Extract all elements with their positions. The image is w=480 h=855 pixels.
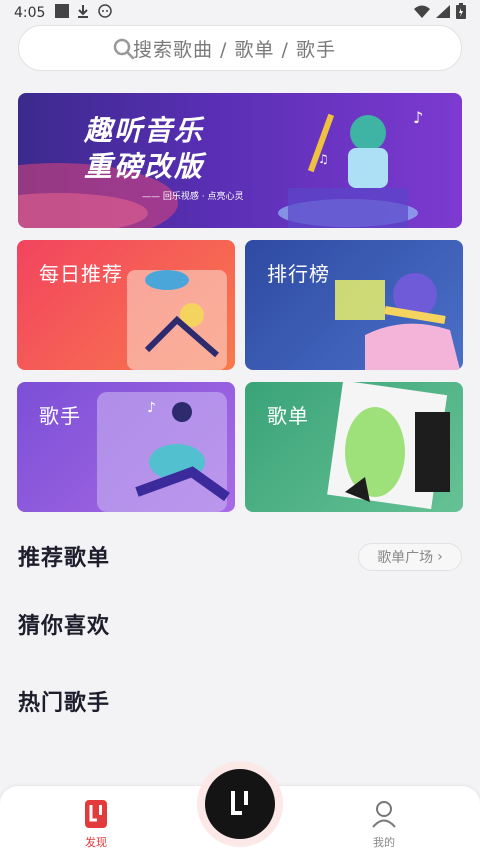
status-time: 4:05 <box>14 5 46 21</box>
svg-text:♪: ♪ <box>413 108 423 127</box>
mine-label: 我的 <box>373 836 395 849</box>
daily-recommend-label: 每日推荐 <box>39 262 123 286</box>
chevron-right-icon: › <box>437 549 443 565</box>
artists-label: 歌手 <box>39 404 81 428</box>
banner-title-1: 趣听音乐 <box>84 114 205 147</box>
download-icon <box>77 4 89 22</box>
svg-text:♫: ♫ <box>318 152 329 166</box>
svg-text:♪: ♪ <box>147 400 156 416</box>
tab-mine[interactable]: 我的 <box>344 786 424 855</box>
search-bar[interactable]: 搜索歌曲 / 歌单 / 歌手 <box>18 25 462 71</box>
ranking-label: 排行榜 <box>267 262 330 286</box>
playlist-square-button[interactable]: 歌单广场 › <box>358 543 462 571</box>
promo-banner[interactable]: ♪ ♫ 趣听音乐 重磅改版 —— 回乐视感 · 点亮心灵 <box>18 93 462 228</box>
banner-subtitle: —— 回乐视感 · 点亮心灵 <box>142 192 244 202</box>
player-button[interactable] <box>197 761 283 847</box>
status-bar: 4:05 <box>0 0 480 26</box>
signal-icon <box>436 4 450 22</box>
artists-card[interactable]: ♪ 歌手 <box>17 382 235 512</box>
search-placeholder: 搜索歌曲 / 歌单 / 歌手 <box>133 38 336 61</box>
app-logo-icon <box>205 769 275 839</box>
playlist-square-label: 歌单广场 <box>377 550 434 566</box>
daily-recommend-card[interactable]: 每日推荐 <box>17 240 235 370</box>
android-icon <box>97 4 113 22</box>
tab-discover[interactable]: 发现 <box>56 786 136 855</box>
discover-label: 发现 <box>85 836 107 849</box>
wifi-icon <box>414 5 430 22</box>
battery-icon <box>456 3 466 23</box>
ranking-card[interactable]: 排行榜 <box>245 240 463 370</box>
user-icon <box>371 800 397 832</box>
playlists-card[interactable]: 歌单 <box>245 382 463 512</box>
banner-title-2: 重磅改版 <box>84 150 205 183</box>
discover-icon <box>85 800 107 832</box>
guess-you-like-title: 猜你喜欢 <box>18 614 111 639</box>
hot-artists-title: 热门歌手 <box>18 691 111 716</box>
playlists-label: 歌单 <box>267 404 309 428</box>
stop-icon <box>55 4 70 22</box>
search-icon <box>113 38 135 64</box>
recommended-playlists-title: 推荐歌单 <box>18 546 111 571</box>
